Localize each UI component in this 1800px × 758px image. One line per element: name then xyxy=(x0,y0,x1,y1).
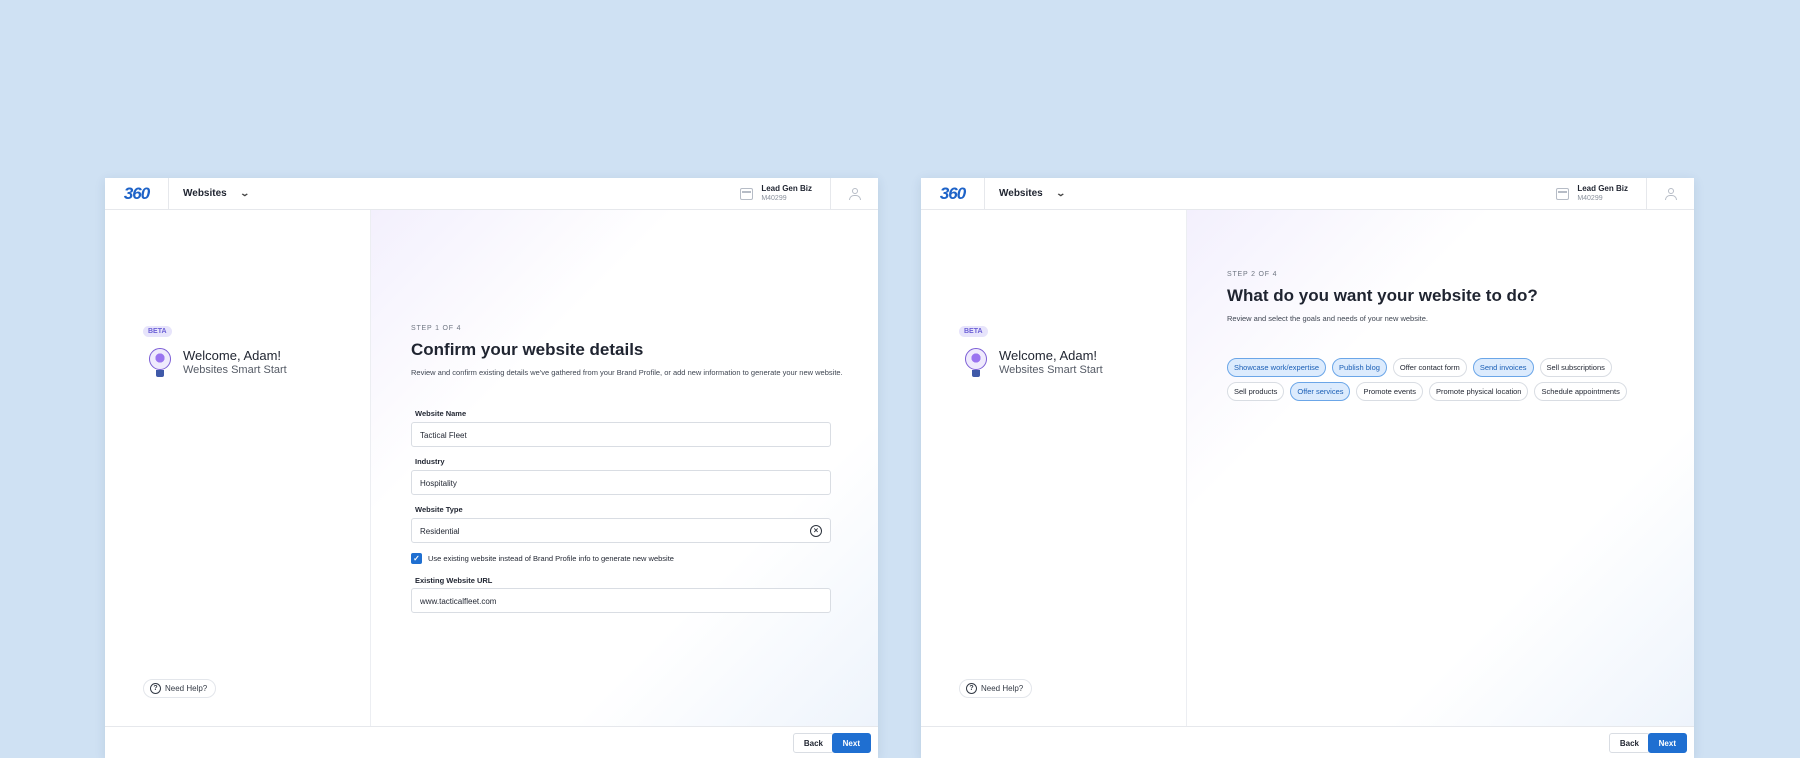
main-content: STEP 2 OF 4 What do you want your websit… xyxy=(1187,210,1694,726)
app-switcher-label: Websites xyxy=(183,188,227,199)
goal-chips: Showcase work/expertise Publish blog Off… xyxy=(1227,358,1667,406)
help-icon: ? xyxy=(150,683,161,694)
need-help-label: Need Help? xyxy=(981,684,1024,693)
next-button[interactable]: Next xyxy=(831,733,871,753)
chevron-down-icon: ⌄ xyxy=(1055,188,1066,198)
top-bar: 360 Websites ⌄ Lead Gen Biz M40299 xyxy=(921,178,1694,210)
back-button[interactable]: Back xyxy=(792,733,834,753)
chip-row-2: Sell products Offer services Promote eve… xyxy=(1227,382,1667,401)
welcome-title: Welcome, Adam! xyxy=(183,347,282,363)
business-name: Lead Gen Biz xyxy=(761,184,812,193)
chip-showcase-work[interactable]: Showcase work/expertise xyxy=(1227,358,1327,377)
page-description: Review and select the goals and needs of… xyxy=(1227,314,1428,323)
user-icon xyxy=(1664,188,1677,200)
footer: Back Next xyxy=(105,726,878,758)
existing-url-label: Existing Website URL xyxy=(415,576,493,585)
step-label: STEP 2 OF 4 xyxy=(1227,271,1278,278)
app-switcher[interactable]: Websites ⌄ xyxy=(985,178,1066,210)
business-id: M40299 xyxy=(761,195,787,202)
top-bar: 360 Websites ⌄ Lead Gen Biz M40299 xyxy=(105,178,878,210)
sidebar: BETA Welcome, Adam! Websites Smart Start… xyxy=(921,210,1187,726)
business-switcher[interactable]: Lead Gen Biz M40299 xyxy=(1556,184,1628,203)
chip-offer-services[interactable]: Offer services xyxy=(1290,382,1351,401)
lightbulb-icon xyxy=(145,346,175,378)
welcome-subtitle: Websites Smart Start xyxy=(999,363,1103,376)
storefront-icon xyxy=(740,187,754,200)
next-button[interactable]: Next xyxy=(1647,733,1687,753)
storefront-icon xyxy=(1556,187,1570,200)
help-icon: ? xyxy=(966,683,977,694)
use-existing-checkbox-row[interactable]: ✓ Use existing website instead of Brand … xyxy=(411,553,674,564)
website-type-field[interactable]: Residential × xyxy=(411,518,831,543)
business-id: M40299 xyxy=(1577,195,1603,202)
chip-offer-contact-form[interactable]: Offer contact form xyxy=(1392,358,1467,377)
use-existing-label: Use existing website instead of Brand Pr… xyxy=(428,554,674,563)
existing-url-field[interactable]: www.tacticalfleet.com xyxy=(411,588,831,613)
chip-sell-products[interactable]: Sell products xyxy=(1227,382,1285,401)
back-button[interactable]: Back xyxy=(1608,733,1650,753)
website-type-value: Residential xyxy=(420,527,460,536)
need-help-button[interactable]: ? Need Help? xyxy=(143,679,217,698)
lightbulb-icon xyxy=(961,346,991,378)
logo: 360 xyxy=(939,183,966,203)
beta-badge: BETA xyxy=(143,326,172,337)
chip-send-invoices[interactable]: Send invoices xyxy=(1472,358,1534,377)
website-name-field[interactable]: Tactical Fleet xyxy=(411,422,831,447)
step-1-window: 360 Websites ⌄ Lead Gen Biz M40299 BETA … xyxy=(105,178,878,758)
business-name: Lead Gen Biz xyxy=(1577,184,1628,193)
user-icon xyxy=(848,188,861,200)
checkbox-checked-icon[interactable]: ✓ xyxy=(411,553,422,564)
business-switcher[interactable]: Lead Gen Biz M40299 xyxy=(740,184,812,203)
user-menu[interactable] xyxy=(1646,178,1694,210)
need-help-button[interactable]: ? Need Help? xyxy=(959,679,1033,698)
logo-cell[interactable]: 360 xyxy=(921,178,985,210)
welcome-block: Welcome, Adam! Websites Smart Start xyxy=(145,346,287,378)
industry-label: Industry xyxy=(415,457,445,466)
website-type-label: Website Type xyxy=(415,505,463,514)
step-label: STEP 1 OF 4 xyxy=(411,325,462,332)
welcome-title: Welcome, Adam! xyxy=(999,347,1098,363)
chip-row-1: Showcase work/expertise Publish blog Off… xyxy=(1227,358,1667,377)
page-title: Confirm your website details xyxy=(411,340,644,359)
chip-promote-events[interactable]: Promote events xyxy=(1356,382,1424,401)
clear-icon[interactable]: × xyxy=(810,525,822,537)
sidebar: BETA Welcome, Adam! Websites Smart Start… xyxy=(105,210,371,726)
footer: Back Next xyxy=(921,726,1694,758)
need-help-label: Need Help? xyxy=(165,684,208,693)
app-switcher-label: Websites xyxy=(999,188,1043,199)
page-title: What do you want your website to do? xyxy=(1227,286,1538,305)
chip-sell-subscriptions[interactable]: Sell subscriptions xyxy=(1539,358,1612,377)
logo: 360 xyxy=(123,183,150,203)
welcome-subtitle: Websites Smart Start xyxy=(183,363,287,376)
main-content: STEP 1 OF 4 Confirm your website details… xyxy=(371,210,878,726)
website-name-label: Website Name xyxy=(415,409,467,418)
user-menu[interactable] xyxy=(830,178,878,210)
chip-schedule-appointments[interactable]: Schedule appointments xyxy=(1534,382,1627,401)
chevron-down-icon: ⌄ xyxy=(239,188,250,198)
page-description: Review and confirm existing details we'v… xyxy=(411,368,843,377)
chip-promote-physical-location[interactable]: Promote physical location xyxy=(1429,382,1529,401)
industry-field[interactable]: Hospitality xyxy=(411,470,831,495)
step-2-window: 360 Websites ⌄ Lead Gen Biz M40299 BETA … xyxy=(921,178,1694,758)
app-switcher[interactable]: Websites ⌄ xyxy=(169,178,250,210)
welcome-block: Welcome, Adam! Websites Smart Start xyxy=(961,346,1103,378)
chip-publish-blog[interactable]: Publish blog xyxy=(1332,358,1387,377)
beta-badge: BETA xyxy=(959,326,988,337)
logo-cell[interactable]: 360 xyxy=(105,178,169,210)
